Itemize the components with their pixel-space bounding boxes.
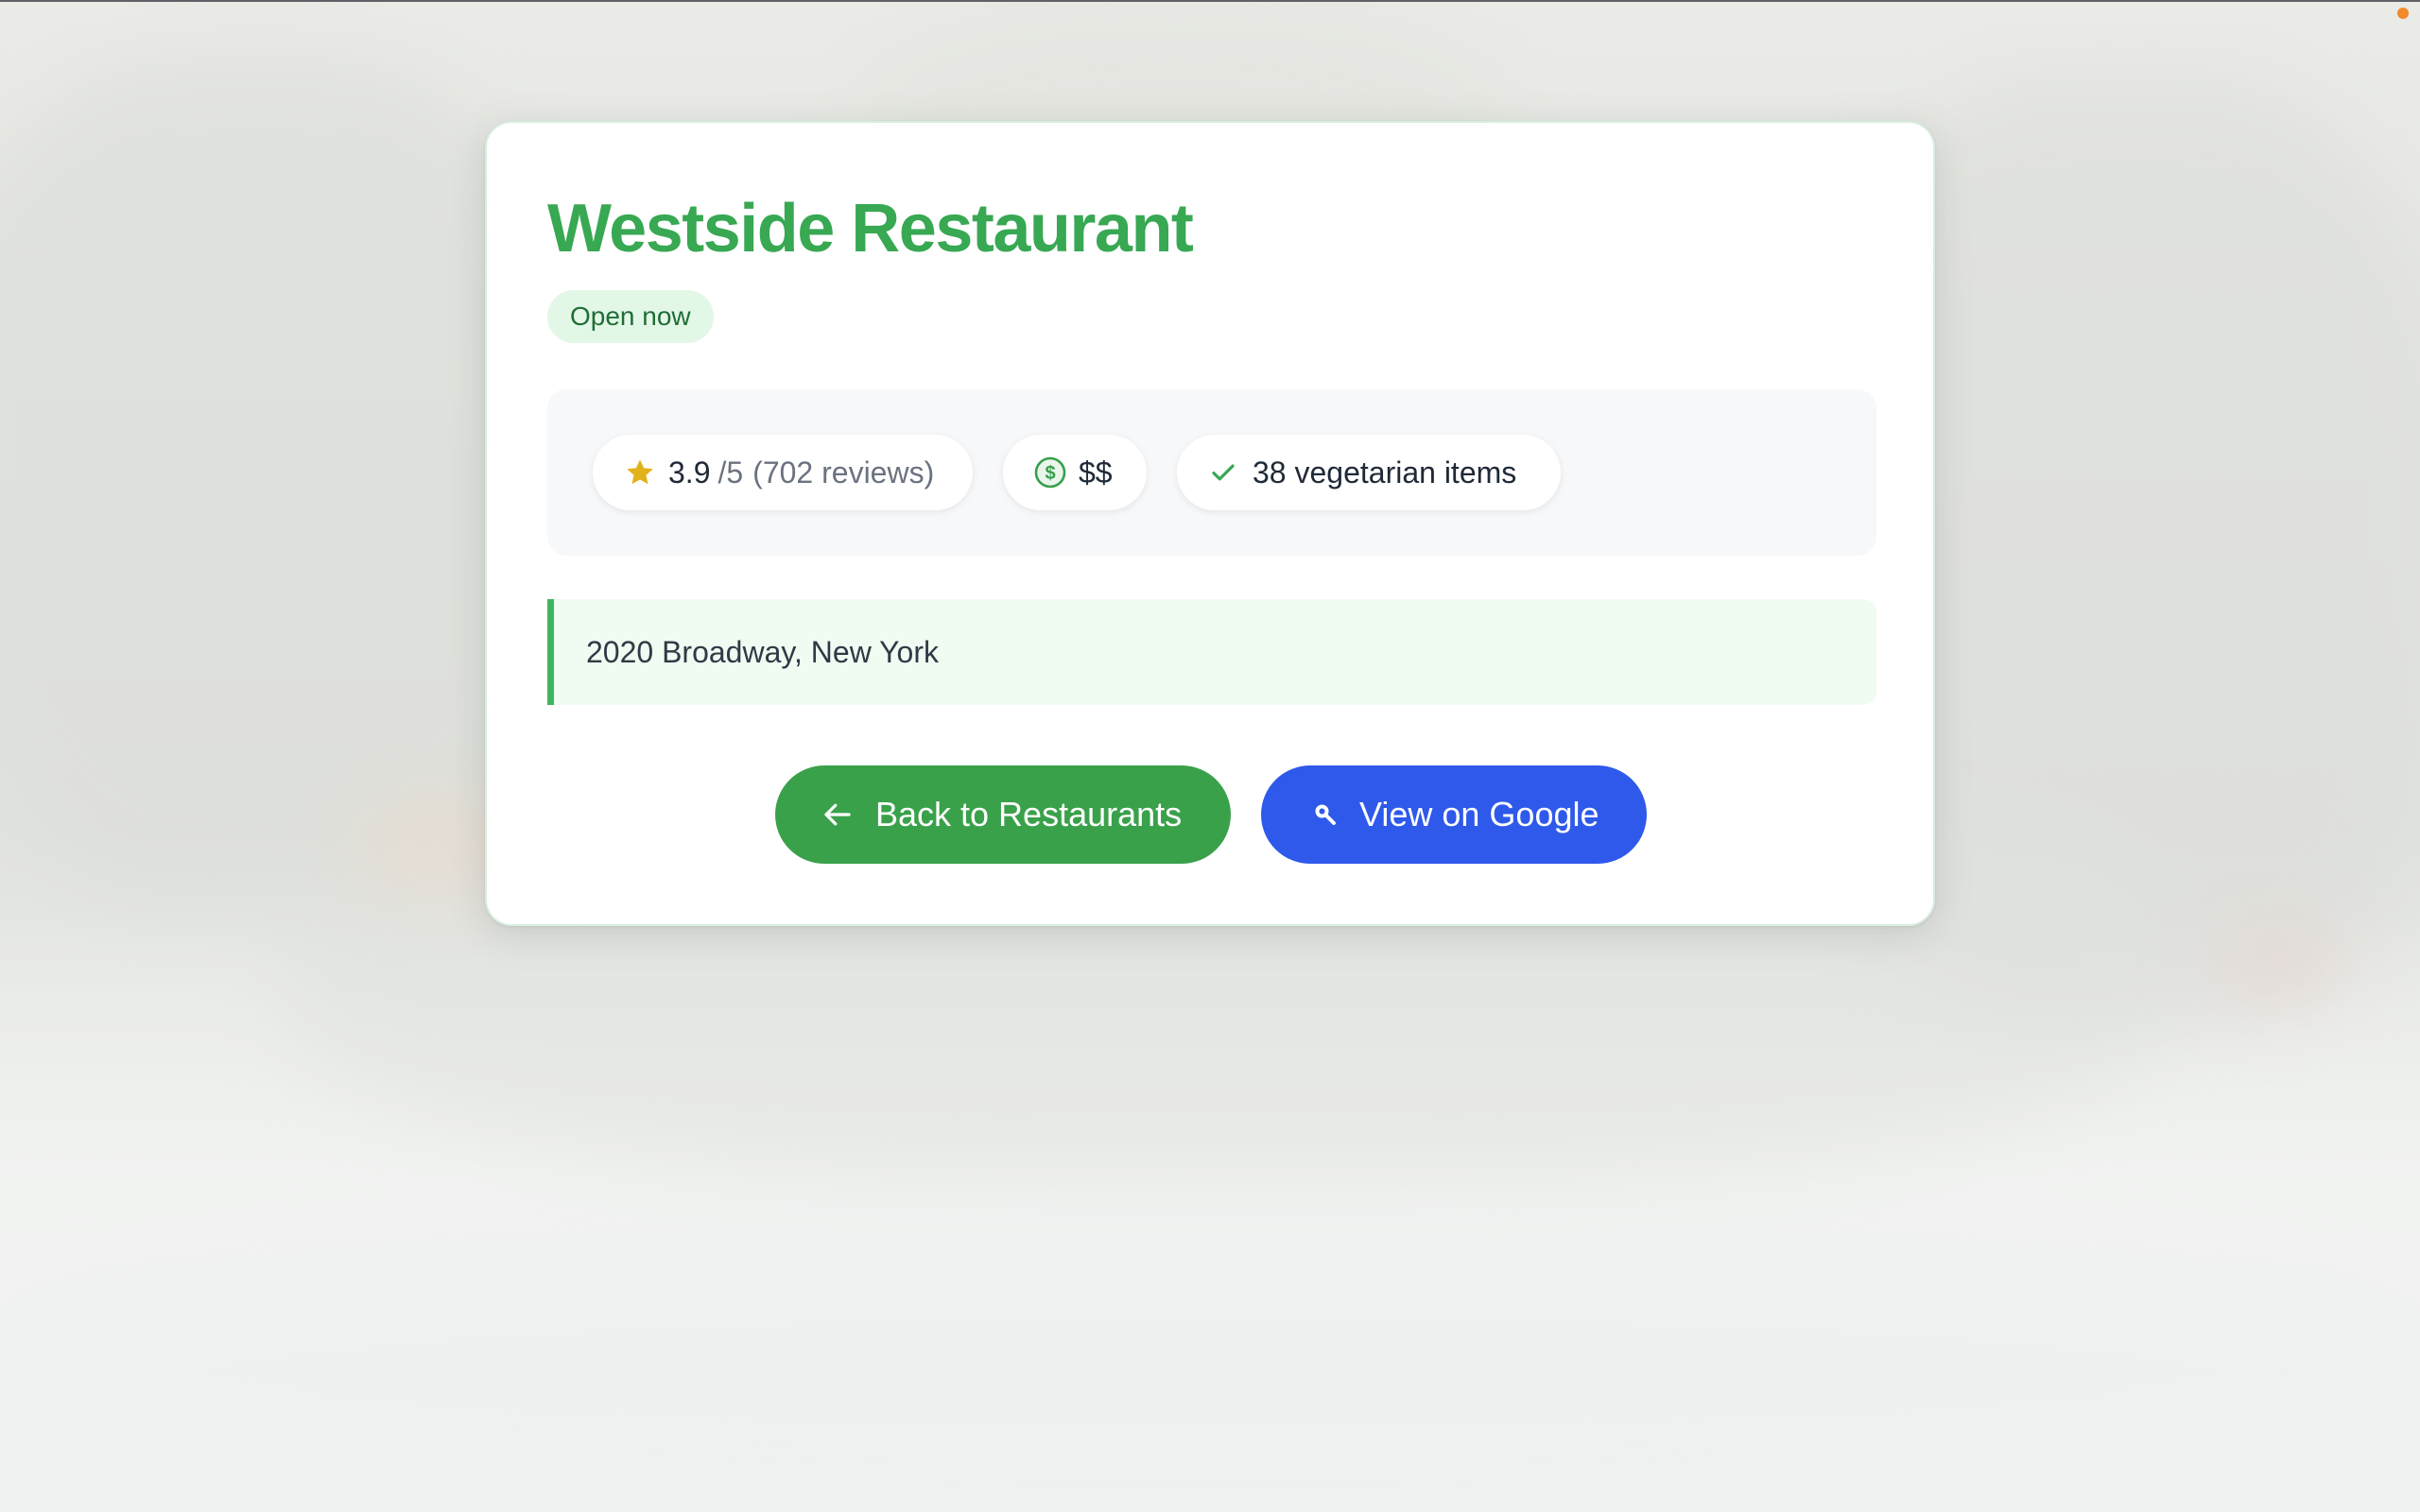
review-count: (702 reviews) [752, 455, 935, 490]
open-status-badge: Open now [547, 290, 714, 343]
window-top-edge [0, 0, 2420, 2]
google-button-label: View on Google [1359, 795, 1599, 833]
back-button-label: Back to Restaurants [875, 795, 1183, 833]
vegetarian-chip: 38 vegetarian items [1177, 435, 1561, 510]
dollar-circle-icon: $ [1033, 455, 1067, 490]
restaurant-detail-card: Westside Restaurant Open now 3.9 /5 (702… [485, 121, 1935, 926]
back-to-restaurants-button[interactable]: Back to Restaurants [775, 765, 1231, 864]
price-level: $$ [1079, 455, 1113, 490]
arrow-left-icon [821, 798, 855, 832]
recording-indicator [2397, 8, 2409, 19]
vegetarian-count: 38 vegetarian items [1253, 455, 1517, 490]
view-on-google-button[interactable]: View on Google [1261, 765, 1647, 864]
restaurant-name: Westside Restaurant [547, 191, 1194, 266]
rating-chip: 3.9 /5 (702 reviews) [593, 435, 973, 510]
check-icon [1209, 458, 1237, 487]
search-icon [1312, 801, 1339, 828]
rating-scale: /5 [717, 455, 744, 490]
rating-value: 3.9 [668, 455, 711, 490]
address: 2020 Broadway, New York [547, 599, 1876, 705]
svg-text:$: $ [1045, 463, 1055, 484]
info-panel: 3.9 /5 (702 reviews) $ $$ 38 vegetarian … [547, 389, 1876, 556]
price-chip: $ $$ [1003, 435, 1147, 510]
star-icon [625, 457, 655, 488]
